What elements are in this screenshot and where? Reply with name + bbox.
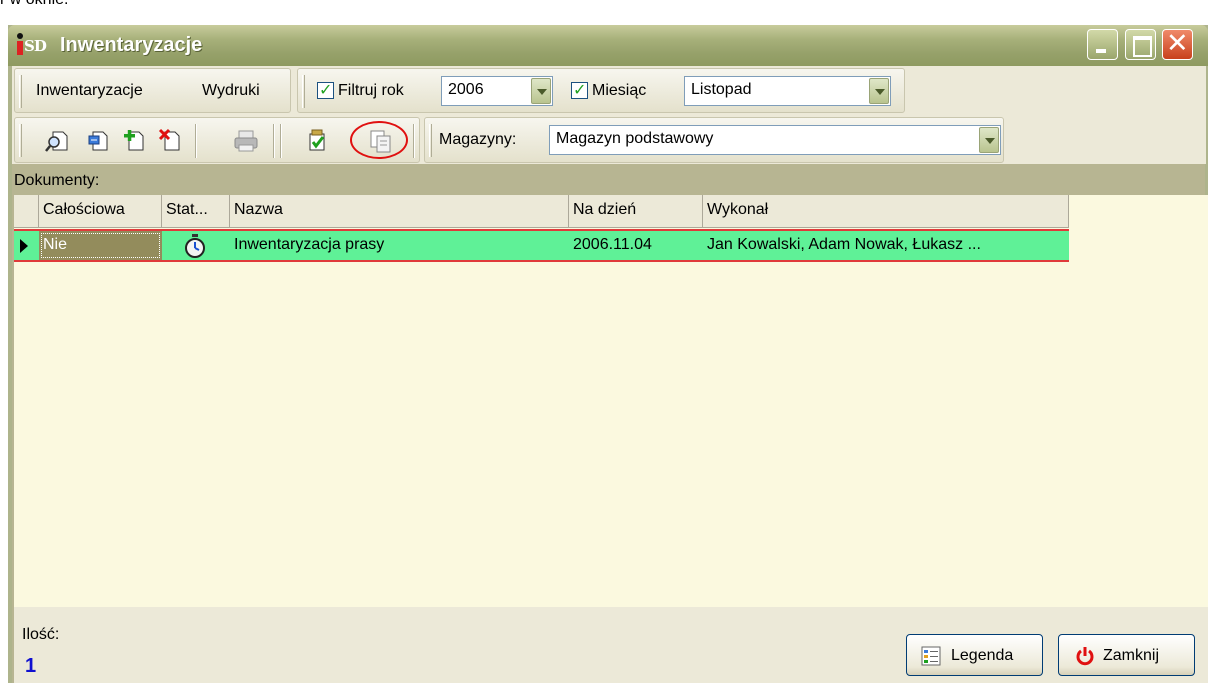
legend-icon: [921, 646, 941, 671]
close-button-label: Zamknij: [1103, 647, 1160, 664]
close-icon: ✕: [1166, 28, 1189, 59]
window-title: Inwentaryzacje: [60, 34, 203, 56]
chevron-down-icon[interactable]: [869, 78, 889, 104]
legend-button[interactable]: Legenda: [906, 634, 1043, 676]
count-label: Ilość:: [22, 626, 60, 643]
chevron-down-icon[interactable]: [979, 127, 999, 153]
warehouse-select[interactable]: Magazyn podstawowy: [549, 125, 1001, 155]
app-icon: SD: [16, 33, 47, 57]
toolbar-separator: [413, 124, 415, 158]
menu-wydruki[interactable]: Wydruki: [202, 82, 260, 100]
warehouse-toolbar: Magazyny: Magazyn podstawowy: [424, 117, 1004, 163]
filter-toolbar: Filtruj rok 2006 Miesiąc Listopad: [297, 68, 905, 113]
add-document-icon[interactable]: [121, 128, 147, 154]
row-indicator-icon: [20, 239, 28, 253]
cell-na-dzien[interactable]: 2006.11.04: [569, 231, 703, 260]
documents-label: Dokumenty:: [14, 172, 100, 189]
caption-fragment: r w oknie.: [0, 0, 68, 9]
filter-year-checkbox[interactable]: [317, 80, 334, 99]
count-value: 1: [25, 655, 37, 677]
stopwatch-icon: [184, 231, 214, 260]
delete-document-icon[interactable]: [157, 128, 183, 154]
header-calosciowa[interactable]: Całościowa: [39, 195, 162, 228]
filter-month-label: Miesiąc: [592, 82, 647, 99]
toolbar-grip[interactable]: [19, 124, 22, 157]
header-status[interactable]: Stat...: [162, 195, 230, 228]
year-select-value: 2006: [448, 81, 484, 98]
header-wykonal[interactable]: Wykonał: [703, 195, 1069, 228]
minimize-button[interactable]: [1087, 29, 1118, 60]
toolbar-separator: [273, 124, 275, 158]
menu-inwentaryzacje[interactable]: Inwentaryzacje: [36, 82, 143, 100]
filter-month-checkbox[interactable]: [571, 80, 588, 99]
header-indicator-column: [14, 195, 39, 228]
cell-calosciowa[interactable]: Nie: [39, 231, 162, 260]
legend-button-label: Legenda: [951, 647, 1014, 664]
month-select-value: Listopad: [691, 81, 752, 98]
close-window-button[interactable]: ✕: [1162, 28, 1193, 60]
cell-wykonal[interactable]: Jan Kowalski, Adam Nowak, Łukasz ...: [703, 231, 1069, 260]
grid-header: Całościowa Stat... Nazwa Na dzień Wykona…: [14, 195, 1069, 228]
toolbar-grip[interactable]: [302, 75, 305, 108]
chevron-down-icon[interactable]: [531, 78, 551, 104]
cell-nazwa[interactable]: Inwentaryzacja prasy: [230, 231, 569, 260]
warehouse-label: Magazyny:: [439, 131, 517, 148]
filter-year-label: Filtruj rok: [338, 82, 404, 99]
toolbar-separator: [280, 124, 282, 158]
month-select[interactable]: Listopad: [684, 76, 891, 106]
close-button[interactable]: Zamknij: [1058, 634, 1195, 676]
printer-icon[interactable]: [233, 128, 259, 154]
warehouse-select-value: Magazyn podstawowy: [556, 130, 714, 147]
edit-document-icon[interactable]: [85, 128, 111, 154]
year-select[interactable]: 2006: [441, 76, 553, 106]
approve-document-icon[interactable]: [304, 128, 330, 154]
toolbar-grip[interactable]: [429, 124, 432, 157]
table-row[interactable]: Nie Inwentaryzacja prasy 2006.11.04 Jan …: [14, 229, 1069, 262]
toolbar-separator: [195, 124, 197, 158]
menu-bar: Inwentaryzacje Wydruki: [14, 68, 291, 113]
header-na-dzien[interactable]: Na dzień: [569, 195, 703, 228]
highlight-circle: [350, 121, 408, 159]
header-nazwa[interactable]: Nazwa: [230, 195, 569, 228]
maximize-button[interactable]: [1125, 29, 1156, 60]
preview-document-icon[interactable]: [45, 128, 71, 154]
toolbar-grip[interactable]: [19, 75, 22, 108]
power-icon: [1075, 646, 1095, 671]
